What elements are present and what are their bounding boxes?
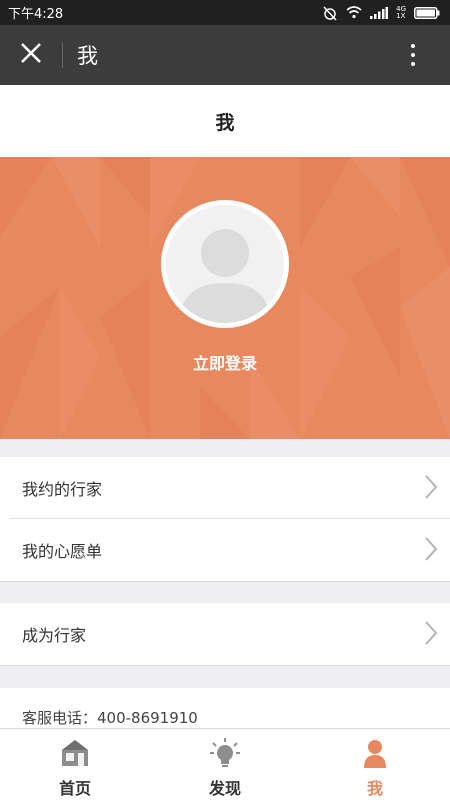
customer-service-text: 客服电话：400-8691910 [22,709,198,727]
tab-home[interactable]: 首页 [0,729,150,800]
tab-label: 发现 [208,779,241,798]
status-bar: 下午4:28 4G 1X [0,0,450,25]
tab-bar: 首页 发现 我 [0,728,450,800]
customer-service: 客服电话：400-8691910 [0,688,450,728]
more-dot [411,53,415,57]
more-options-button[interactable] [398,25,428,85]
divider [0,665,450,666]
menu-item-booked-experts[interactable]: 我约的行家 [0,457,450,519]
avatar[interactable] [161,200,289,328]
menu-item-label: 我约的行家 [22,480,103,499]
app-bar: 我 [0,25,450,85]
chevron-right-icon [424,474,438,504]
screen: 下午4:28 4G 1X 我 我 立即登录 我约的行家 我的心愿单 成为行家 客… [0,0,450,800]
alarm-off-icon [322,5,338,21]
menu-item-wishlist[interactable]: 我的心愿单 [0,519,450,581]
person-icon [362,735,388,771]
battery-icon [414,6,440,19]
status-time: 下午4:28 [8,7,64,22]
network-type-label: 4G 1X [396,5,406,20]
divider [0,581,450,582]
app-bar-title: 我 [77,44,98,68]
login-button[interactable]: 立即登录 [0,350,450,374]
default-avatar-icon [166,205,284,323]
menu-item-label: 我的心愿单 [22,542,103,561]
page-title: 我 [0,85,450,157]
more-dot [411,44,415,48]
close-button[interactable] [0,25,62,85]
tab-label: 我 [366,779,383,798]
close-icon [20,42,42,68]
tab-me[interactable]: 我 [300,729,450,800]
menu-group-1: 我约的行家 我的心愿单 [0,457,450,582]
signal-icon [370,6,389,19]
chevron-right-icon [424,620,438,650]
home-icon [60,735,90,771]
tab-discover[interactable]: 发现 [150,729,300,800]
tab-label: 首页 [58,779,91,798]
menu-item-label: 成为行家 [22,626,87,645]
chevron-right-icon [424,536,438,566]
lightbulb-icon [209,735,241,771]
profile-banner: 立即登录 [0,157,450,439]
wifi-icon [346,6,362,19]
more-dot [411,62,415,66]
menu-item-become-expert[interactable]: 成为行家 [0,603,450,665]
menu-group-2: 成为行家 [0,603,450,666]
sim-label: 1X [396,11,406,20]
status-icons: 4G 1X [322,5,440,21]
